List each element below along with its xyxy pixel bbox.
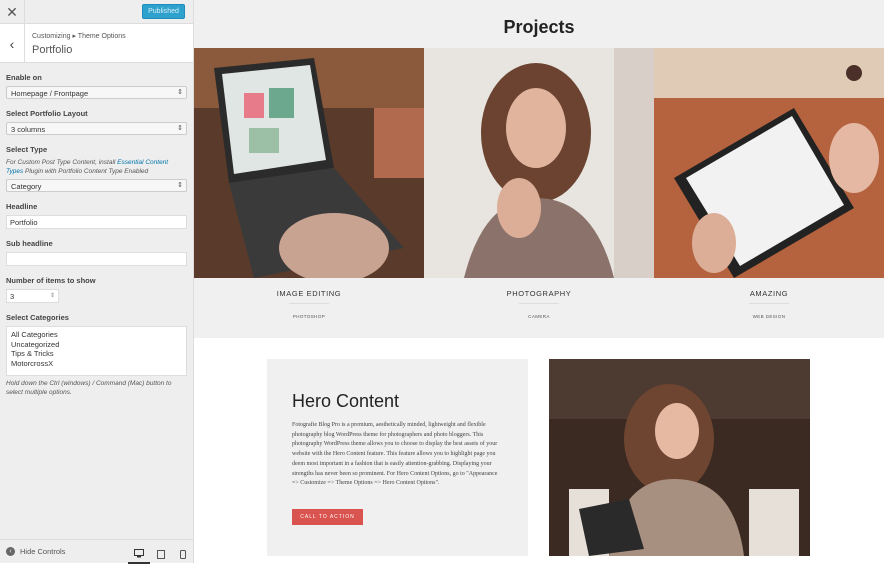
collapse-icon: ‹ — [6, 547, 15, 556]
publish-button[interactable]: Published — [142, 4, 185, 19]
category-option[interactable]: Tips & Tricks — [11, 349, 182, 359]
mobile-icon[interactable] — [172, 545, 194, 564]
type-description: For Custom Post Type Content, install Es… — [6, 159, 169, 175]
projects-title: Projects — [503, 17, 575, 37]
enable-on-label: Enable on — [6, 73, 42, 82]
category-option[interactable]: Uncategorized — [11, 340, 182, 350]
tablet-icon[interactable] — [150, 545, 172, 564]
customizer-panel: ✕ Published ‹ Customizing ▸ Theme Option… — [0, 0, 194, 564]
headline-input[interactable]: Portfolio — [6, 215, 187, 229]
subheadline-label: Sub headline — [6, 239, 53, 248]
project-caption: IMAGE EDITING PHOTOSHOP — [194, 289, 424, 319]
customizer-topbar: ✕ Published — [0, 0, 193, 24]
project-subtitle: PHOTOSHOP — [292, 314, 326, 319]
hide-controls-label: Hide Controls — [20, 547, 66, 556]
type-select[interactable]: Category — [6, 179, 187, 192]
subheadline-input[interactable] — [6, 252, 187, 266]
project-caption: AMAZING WEB DESIGN — [654, 289, 884, 319]
categories-multiselect[interactable]: All Categories Uncategorized Tips & Tric… — [6, 326, 187, 376]
project-image-laptop[interactable] — [194, 48, 424, 278]
project-title[interactable]: AMAZING — [654, 289, 884, 298]
project-image-tablet[interactable] — [654, 48, 884, 278]
project-title[interactable]: IMAGE EDITING — [194, 289, 424, 298]
desktop-icon[interactable] — [128, 545, 150, 564]
project-subtitle: WEB DESIGN — [752, 314, 786, 319]
back-chevron-icon[interactable]: ‹ — [0, 24, 25, 63]
hero-content-box: Hero Content Fotografie Blog Pro is a pr… — [267, 359, 528, 556]
category-option[interactable]: All Categories — [11, 330, 182, 340]
section-title: Portfolio — [32, 44, 73, 56]
category-option[interactable]: MotorcrossX — [11, 359, 182, 369]
hide-controls-button[interactable]: ‹ Hide Controls — [6, 547, 65, 556]
close-icon[interactable]: ✕ — [0, 0, 25, 24]
layout-label: Select Portfolio Layout — [6, 109, 88, 118]
categories-help: Hold down the Ctrl (windows) / Command (… — [6, 380, 172, 396]
hero-image — [549, 359, 810, 556]
headline-label: Headline — [6, 202, 38, 211]
project-title[interactable]: PHOTOGRAPHY — [424, 289, 654, 298]
items-count-input[interactable]: 3 — [6, 289, 59, 303]
project-caption: PHOTOGRAPHY CAMERA — [424, 289, 654, 319]
type-label: Select Type — [6, 145, 48, 154]
site-preview: Projects IMAGE EDITING PHOTOSHOP PHOTOGR… — [194, 0, 884, 563]
breadcrumb: Customizing ▸ Theme Options — [32, 33, 126, 40]
section-header: ‹ Customizing ▸ Theme Options Portfolio — [0, 24, 193, 63]
hero-title: Hero Content — [292, 391, 400, 411]
categories-label: Select Categories — [6, 313, 69, 322]
call-to-action-button[interactable]: CALL TO ACTION — [292, 509, 363, 525]
controls-list: Enable on Homepage / Frontpage Select Po… — [0, 73, 193, 397]
project-subtitle: CAMERA — [528, 314, 550, 319]
hero-text: Fotografie Blog Pro is a premium, aesthe… — [292, 422, 498, 487]
layout-select[interactable]: 3 columns — [6, 122, 187, 135]
items-count-label: Number of items to show — [6, 276, 96, 285]
project-image-portrait[interactable] — [424, 48, 654, 278]
enable-on-select[interactable]: Homepage / Frontpage — [6, 86, 187, 99]
bottom-bar: ‹ Hide Controls — [0, 539, 194, 564]
